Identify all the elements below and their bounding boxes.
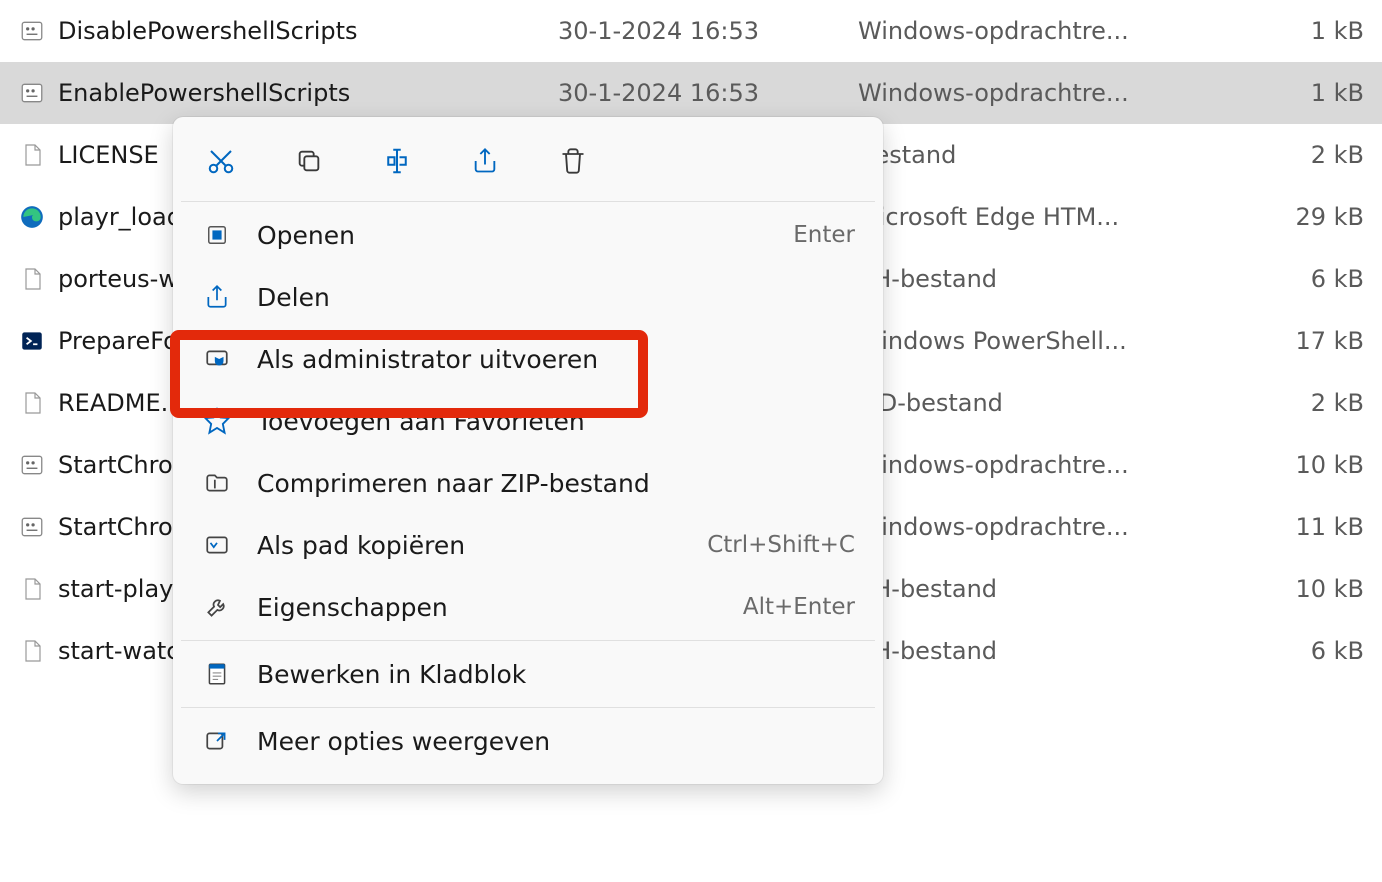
file-type-icon (18, 575, 46, 603)
file-type: SH-bestand (858, 265, 1178, 293)
wrench-icon (201, 591, 233, 623)
share-action-icon (201, 281, 233, 313)
more-options-icon (201, 725, 233, 757)
file-size: 17 kB (1178, 327, 1364, 355)
file-type: Windows-opdrachtre... (858, 79, 1178, 107)
menu-divider (181, 640, 875, 641)
file-name: DisablePowershellScripts (58, 17, 558, 45)
menu-item-properties[interactable]: Eigenschappen Alt+Enter (173, 576, 883, 638)
menu-item-label: Als administrator uitvoeren (257, 345, 855, 374)
file-type: MD-bestand (858, 389, 1178, 417)
notepad-icon (201, 658, 233, 690)
menu-item-label: Als pad kopiëren (257, 531, 707, 560)
delete-icon[interactable] (553, 141, 593, 181)
admin-shield-icon (201, 343, 233, 375)
file-date: 30-1-2024 16:53 (558, 79, 858, 107)
menu-item-label: Eigenschappen (257, 593, 743, 622)
share-icon[interactable] (465, 141, 505, 181)
menu-item-label: Meer opties weergeven (257, 727, 855, 756)
menu-item-shortcut: Enter (793, 222, 855, 248)
file-size: 1 kB (1178, 17, 1364, 45)
file-type: Windows-opdrachtre... (858, 513, 1178, 541)
file-type: Windows-opdrachtre... (858, 17, 1178, 45)
file-size: 1 kB (1178, 79, 1364, 107)
file-type-icon (18, 265, 46, 293)
star-icon (201, 405, 233, 437)
zip-icon (201, 467, 233, 499)
menu-item-run-as-admin[interactable]: Als administrator uitvoeren (173, 328, 883, 390)
file-type-icon (18, 17, 46, 45)
context-menu: Openen Enter Delen Als administrator uit… (173, 117, 883, 784)
file-type: SH-bestand (858, 637, 1178, 665)
file-type: SH-bestand (858, 575, 1178, 603)
menu-item-shortcut: Ctrl+Shift+C (707, 532, 855, 558)
file-name: EnablePowershellScripts (58, 79, 558, 107)
menu-item-label: Delen (257, 283, 855, 312)
copy-path-icon (201, 529, 233, 561)
rename-icon[interactable] (377, 141, 417, 181)
file-type-icon (18, 389, 46, 417)
file-type-icon (18, 327, 46, 355)
menu-item-share[interactable]: Delen (173, 266, 883, 328)
file-size: 2 kB (1178, 389, 1364, 417)
file-size: 10 kB (1178, 451, 1364, 479)
file-row[interactable]: EnablePowershellScripts30-1-2024 16:53Wi… (0, 62, 1382, 124)
menu-item-edit-notepad[interactable]: Bewerken in Kladblok (173, 643, 883, 705)
file-type-icon (18, 451, 46, 479)
file-type-icon (18, 637, 46, 665)
file-type: Bestand (858, 141, 1178, 169)
file-type-icon (18, 141, 46, 169)
context-menu-toolbar (173, 129, 883, 199)
file-size: 11 kB (1178, 513, 1364, 541)
menu-item-label: Toevoegen aan Favorieten (257, 407, 855, 436)
menu-divider (181, 201, 875, 202)
file-size: 10 kB (1178, 575, 1364, 603)
cut-icon[interactable] (201, 141, 241, 181)
menu-item-open[interactable]: Openen Enter (173, 204, 883, 266)
file-size: 6 kB (1178, 637, 1364, 665)
file-row[interactable]: DisablePowershellScripts30-1-2024 16:53W… (0, 0, 1382, 62)
file-size: 6 kB (1178, 265, 1364, 293)
open-icon (201, 219, 233, 251)
file-size: 29 kB (1178, 203, 1364, 231)
menu-item-label: Comprimeren naar ZIP-bestand (257, 469, 855, 498)
file-type: Microsoft Edge HTM... (858, 203, 1178, 231)
menu-item-shortcut: Alt+Enter (743, 594, 855, 620)
menu-item-more-options[interactable]: Meer opties weergeven (173, 710, 883, 772)
copy-icon[interactable] (289, 141, 329, 181)
file-type-icon (18, 513, 46, 541)
menu-divider (181, 707, 875, 708)
file-type: Windows PowerShell... (858, 327, 1178, 355)
menu-item-compress[interactable]: Comprimeren naar ZIP-bestand (173, 452, 883, 514)
menu-item-favorites[interactable]: Toevoegen aan Favorieten (173, 390, 883, 452)
menu-item-label: Bewerken in Kladblok (257, 660, 855, 689)
file-type-icon (18, 79, 46, 107)
file-size: 2 kB (1178, 141, 1364, 169)
file-type: Windows-opdrachtre... (858, 451, 1178, 479)
menu-item-label: Openen (257, 221, 793, 250)
menu-item-copy-path[interactable]: Als pad kopiëren Ctrl+Shift+C (173, 514, 883, 576)
file-type-icon (18, 203, 46, 231)
file-date: 30-1-2024 16:53 (558, 17, 858, 45)
